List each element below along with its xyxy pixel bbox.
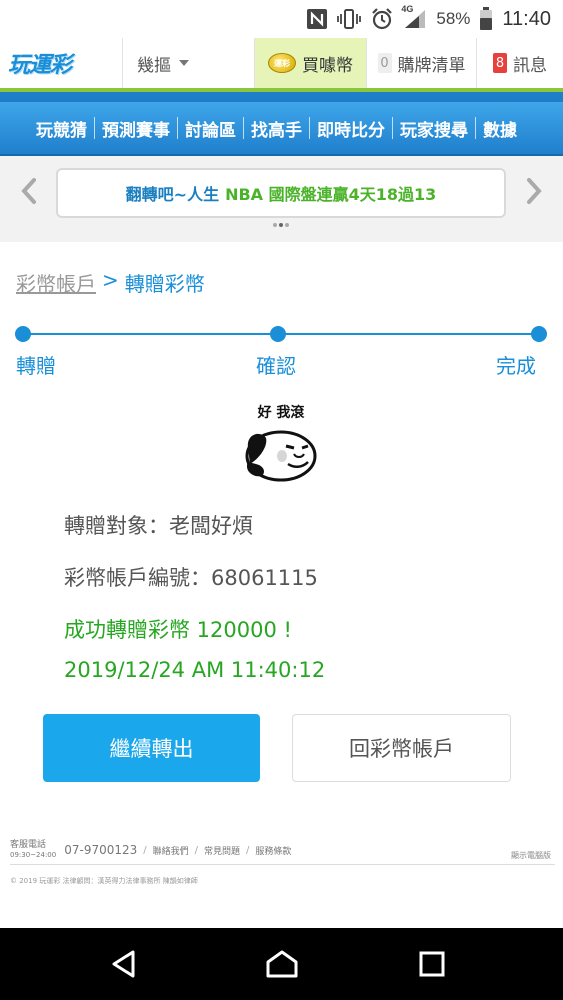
user-dropdown[interactable]: 幾摳: [122, 38, 254, 88]
menu-item-player-search[interactable]: 玩家搜尋: [400, 116, 468, 141]
alarm-icon: [370, 7, 394, 31]
logo-text: 玩運彩: [8, 53, 72, 78]
step-label-complete: 完成: [496, 354, 536, 378]
recipient-line: 轉贈對象：老闆好煩: [64, 514, 253, 538]
footer-divider-line: [10, 864, 555, 865]
ticker-pager: [273, 223, 289, 227]
sticker-image: 好 我滾: [236, 398, 326, 488]
page-footer: 客服電話 09:30~24:00 07-9700123 / 聯絡我們 / 常見問…: [10, 840, 555, 885]
app-root: 4G 58% 11:40 玩運彩 幾摳 運彩 買噱幣 0 購牌清單 8 訊息 玩…: [0, 0, 563, 1000]
breadcrumb: 彩幣帳戶 > 轉贈彩幣: [16, 268, 205, 297]
menu-divider: [309, 117, 310, 139]
purchase-list-count: 0: [377, 53, 392, 73]
service-label: 客服電話: [10, 840, 47, 850]
footer-divider: /: [143, 844, 147, 856]
status-bar: 4G 58% 11:40: [0, 0, 563, 38]
desktop-version-link[interactable]: 顯示電腦版: [511, 850, 551, 861]
service-hours: 09:30~24:00: [10, 851, 57, 859]
back-triangle-icon: [112, 950, 135, 978]
site-logo[interactable]: 玩運彩: [0, 38, 122, 88]
menu-item-forum[interactable]: 討論區: [185, 116, 236, 141]
menu-divider: [94, 117, 95, 139]
breadcrumb-coin-account[interactable]: 彩幣帳戶: [16, 268, 96, 297]
recents-square-icon: [419, 951, 445, 977]
home-nav-button[interactable]: [264, 946, 300, 982]
purchase-list-label: 購牌清單: [397, 55, 466, 76]
chevron-left-icon: [21, 178, 36, 204]
terms-link[interactable]: 服務條款: [255, 844, 291, 857]
network-type: 4G: [401, 4, 414, 14]
service-info: 客服電話 09:30~24:00: [10, 840, 56, 860]
home-icon: [266, 950, 298, 978]
footer-divider: /: [246, 844, 250, 856]
ticker-text-blue: 翻轉吧~人生: [125, 185, 220, 204]
footer-links: 客服電話 09:30~24:00 07-9700123 / 聯絡我們 / 常見問…: [10, 840, 555, 860]
pager-dot-active: [279, 223, 283, 227]
menu-item-livescore[interactable]: 即時比分: [317, 116, 385, 141]
contact-us-link[interactable]: 聯絡我們: [153, 844, 189, 857]
back-nav-button[interactable]: [106, 946, 142, 982]
menu-divider: [243, 117, 244, 139]
menu-divider: [475, 117, 476, 139]
user-dropdown-label: 幾摳: [137, 55, 171, 76]
sticker-caption: 好 我滾: [257, 405, 305, 421]
breadcrumb-current: 轉贈彩幣: [124, 272, 205, 296]
menu-item-experts[interactable]: 找高手: [251, 116, 302, 141]
breadcrumb-separator: >: [102, 268, 119, 292]
battery-percent: 58%: [436, 9, 471, 28]
main-menu: 玩競猜 預測賽事 討論區 找高手 即時比分 玩家搜尋 數據: [0, 102, 563, 156]
pager-dot: [273, 223, 277, 227]
coin-icon: 運彩: [268, 53, 296, 73]
buy-coin-label: 買噱幣: [302, 55, 353, 76]
step-label-transfer: 轉贈: [16, 354, 56, 378]
panda-face-icon: [245, 430, 317, 482]
status-icons: 4G 58% 11:40: [306, 0, 551, 38]
account-number-line: 彩幣帳戶編號：68061115: [64, 566, 318, 590]
ticker-message[interactable]: 翻轉吧~人生 NBA 國際盤連贏4天18過13: [56, 168, 506, 218]
system-nav-bar: [0, 928, 563, 1000]
menu-divider: [177, 117, 178, 139]
recents-nav-button[interactable]: [414, 946, 450, 982]
chevron-right-icon: [527, 178, 542, 204]
menu-divider: [392, 117, 393, 139]
messages-label: 訊息: [513, 55, 547, 76]
chevron-down-icon: [179, 60, 189, 66]
step-dot-confirm: [270, 326, 286, 342]
pager-dot: [285, 223, 289, 227]
header-band: [0, 92, 563, 102]
messages-link[interactable]: 8 訊息: [476, 38, 563, 88]
faq-link[interactable]: 常見問題: [204, 844, 240, 857]
menu-item-predict[interactable]: 預測賽事: [102, 116, 170, 141]
ticker-next-button[interactable]: [519, 176, 549, 206]
step-label-confirm: 確認: [256, 354, 296, 378]
menu-item-quiz[interactable]: 玩競猜: [36, 116, 87, 141]
menu-item-stats[interactable]: 數據: [483, 116, 517, 141]
signal-icon: 4G: [401, 4, 427, 30]
copyright-text: © 2019 玩運彩 法律顧問：漢英得力法律事務所 陳韻如律師: [10, 877, 198, 885]
buy-coin-button[interactable]: 運彩 買噱幣: [254, 38, 366, 88]
top-nav: 玩運彩 幾摳 運彩 買噱幣 0 購牌清單 8 訊息: [0, 38, 563, 88]
back-to-account-button[interactable]: 回彩幣帳戶: [292, 714, 511, 782]
battery-icon: [479, 7, 493, 31]
footer-divider: /: [194, 844, 199, 856]
step-dot-transfer: [15, 326, 31, 342]
continue-transfer-button[interactable]: 繼續轉出: [43, 714, 260, 782]
transfer-timestamp: 2019/12/24 AM 11:40:12: [64, 658, 326, 682]
success-message: 成功轉贈彩幣 120000 !: [64, 618, 292, 642]
announcement-ticker: 翻轉吧~人生 NBA 國際盤連贏4天18過13: [0, 156, 563, 242]
purchase-list-link[interactable]: 0 購牌清單: [366, 38, 476, 88]
clock: 11:40: [502, 7, 551, 30]
message-count-badge: 8: [493, 53, 507, 73]
nfc-icon: [306, 8, 328, 30]
ticker-text-green: NBA 國際盤連贏4天18過13: [225, 185, 437, 204]
vibrate-icon: [337, 8, 362, 30]
ticker-prev-button[interactable]: [14, 176, 44, 206]
step-dot-complete: [531, 326, 547, 342]
service-phone[interactable]: 07-9700123: [64, 843, 137, 857]
